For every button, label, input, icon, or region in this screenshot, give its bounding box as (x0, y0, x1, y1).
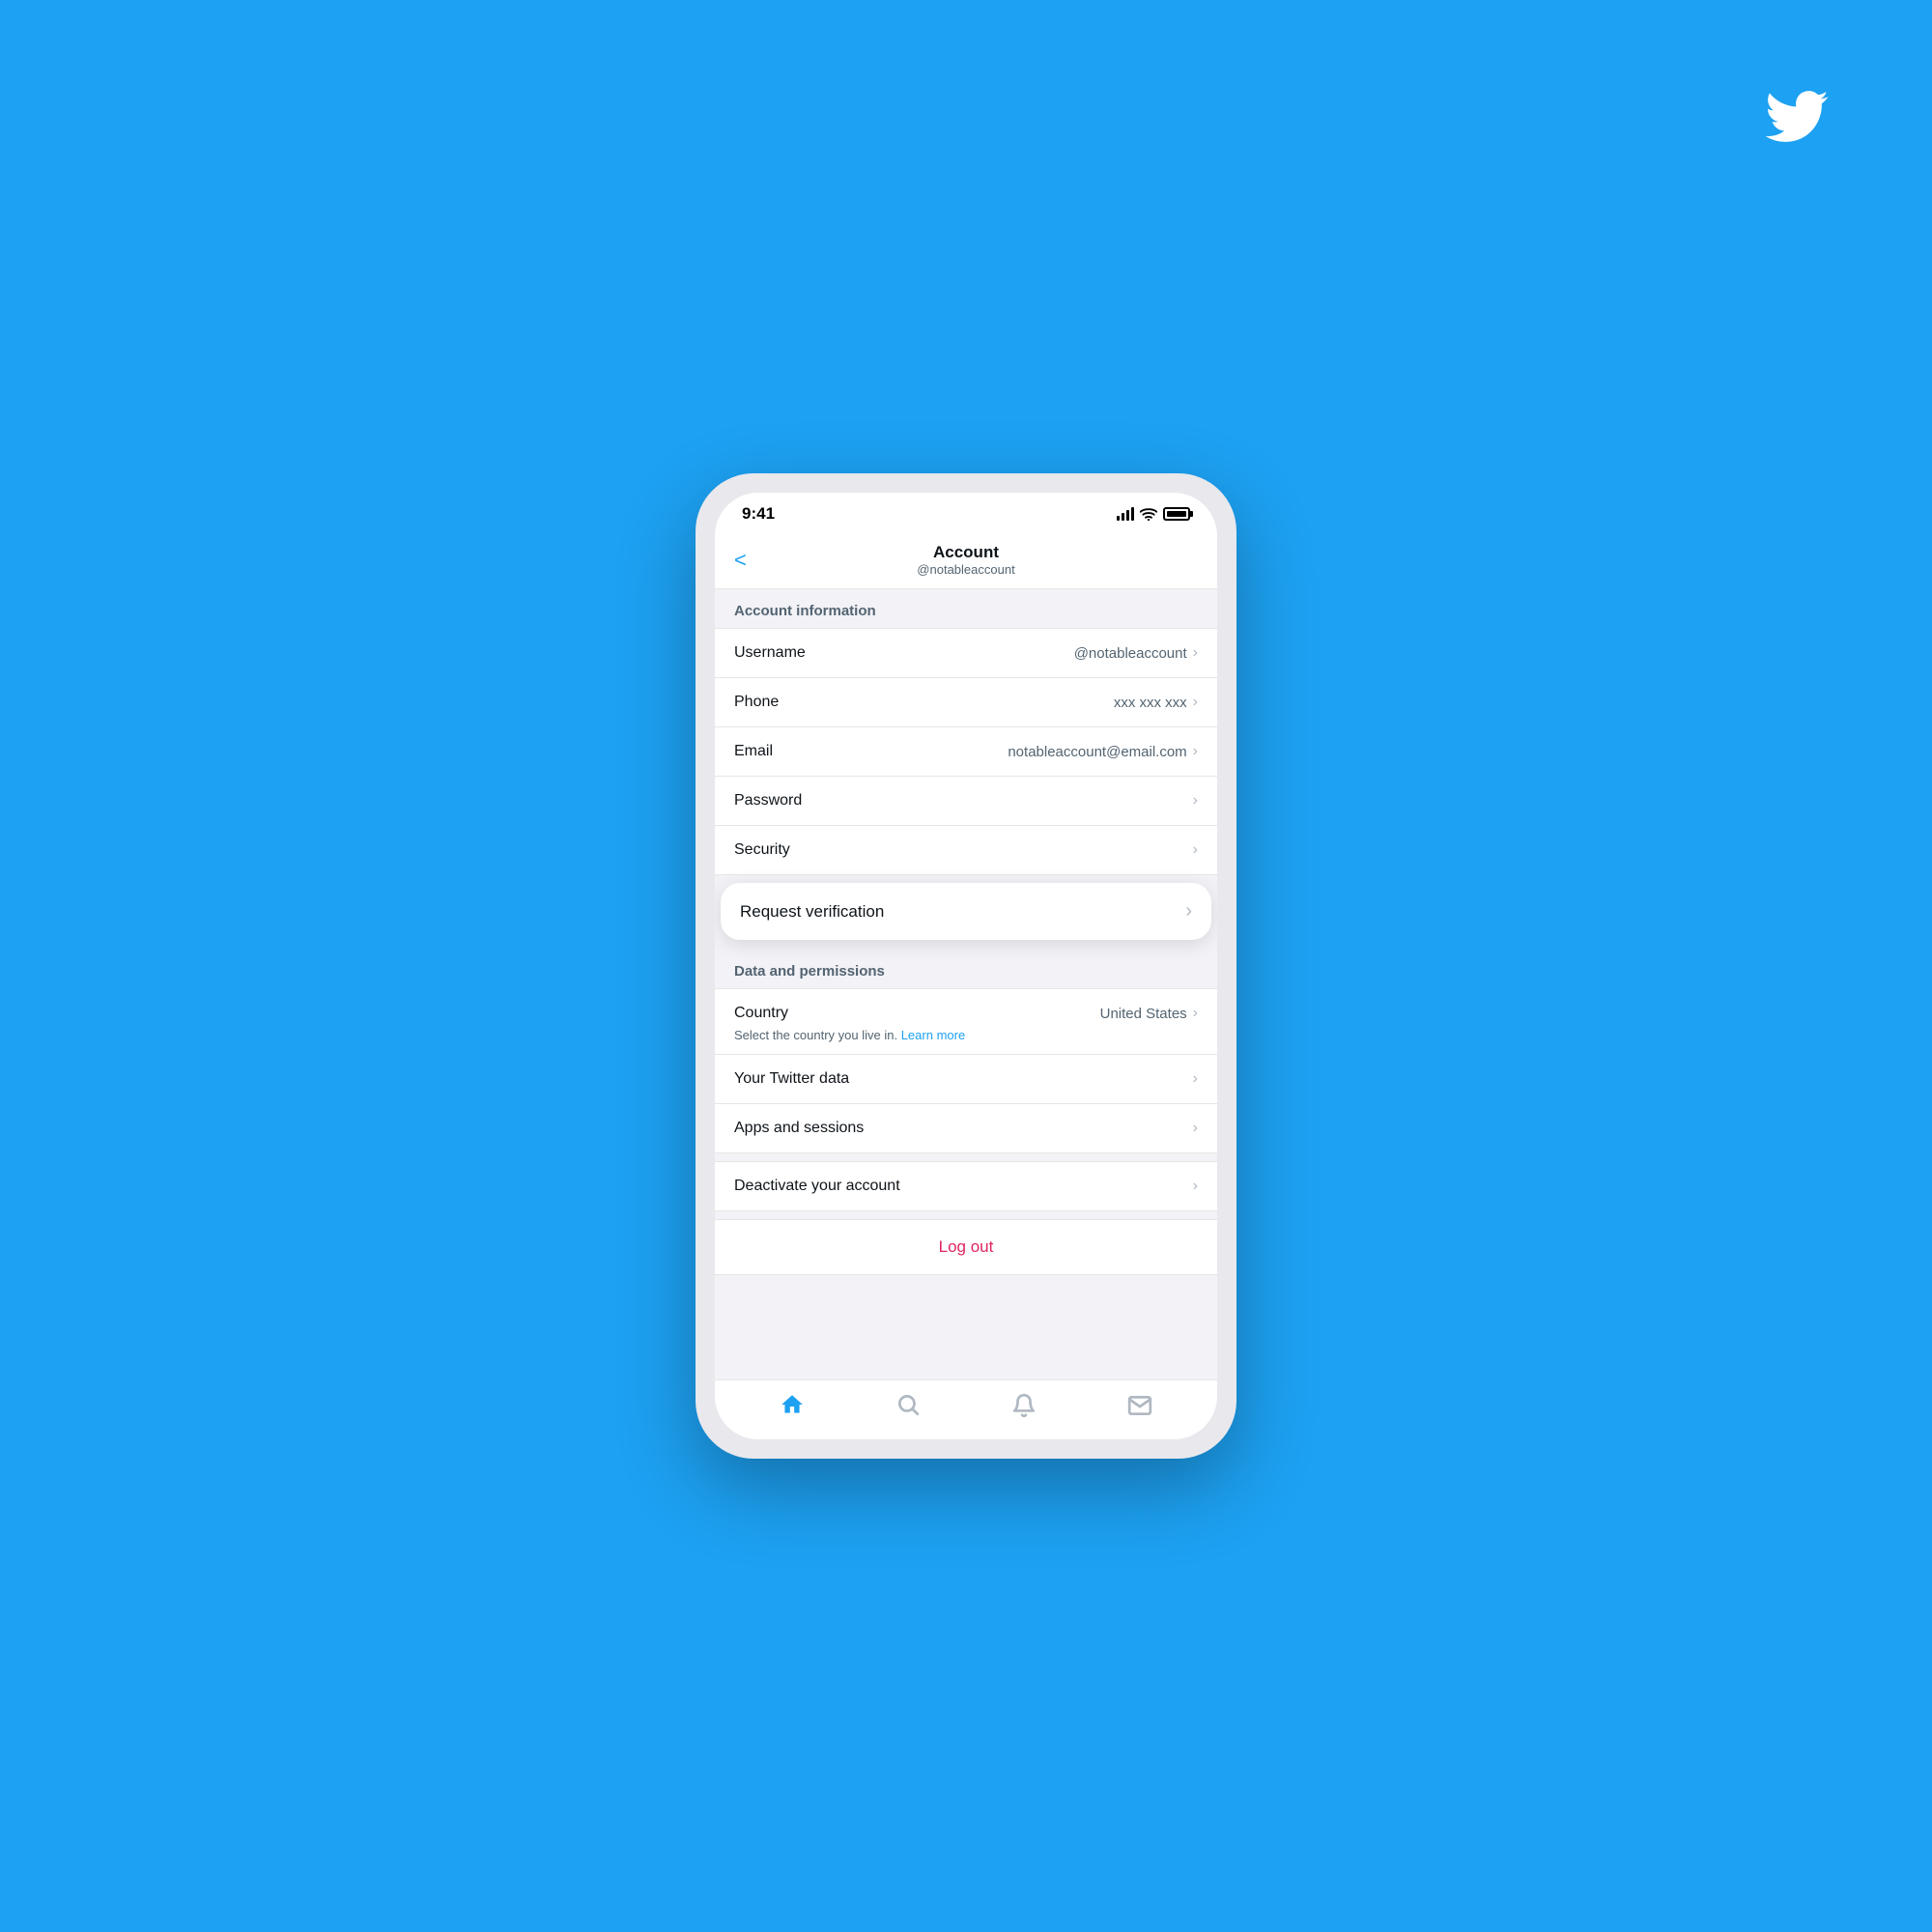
deactivate-section: Deactivate your account › (715, 1161, 1217, 1211)
battery-icon (1163, 507, 1190, 521)
country-chevron: › (1193, 1005, 1198, 1022)
status-time: 9:41 (742, 504, 775, 524)
wifi-icon (1140, 507, 1157, 521)
header-title-block: Account @notableaccount (917, 543, 1014, 577)
phone-notch (894, 493, 1038, 520)
request-verification-card[interactable]: Request verification › (721, 883, 1211, 940)
twitter-data-chevron: › (1193, 1070, 1198, 1088)
phone-screen: 9:41 (715, 493, 1217, 1439)
tab-bar (715, 1379, 1217, 1439)
username-chevron: › (1193, 644, 1198, 662)
phone-label: Phone (734, 694, 779, 711)
email-label: Email (734, 743, 773, 760)
username-value: @notableaccount (1074, 645, 1187, 662)
security-label: Security (734, 841, 790, 859)
email-right: notableaccount@email.com › (1008, 743, 1198, 760)
twitter-data-right: › (1193, 1070, 1198, 1088)
phone-chevron: › (1193, 694, 1198, 711)
country-row[interactable]: Country United States › (715, 989, 1217, 1028)
twitter-data-label: Your Twitter data (734, 1070, 849, 1088)
signal-icon (1117, 507, 1134, 521)
tab-search[interactable] (895, 1392, 921, 1424)
deactivate-chevron: › (1193, 1178, 1198, 1195)
username-row[interactable]: Username @notableaccount › (715, 629, 1217, 678)
request-verification-label: Request verification (740, 902, 884, 922)
apps-sessions-row[interactable]: Apps and sessions › (715, 1104, 1217, 1152)
password-label: Password (734, 792, 802, 810)
username-right: @notableaccount › (1074, 644, 1198, 662)
email-value: notableaccount@email.com (1008, 744, 1186, 760)
country-label: Country (734, 1005, 788, 1022)
deactivate-row[interactable]: Deactivate your account › (715, 1162, 1217, 1210)
security-chevron: › (1193, 841, 1198, 859)
security-row[interactable]: Security › (715, 826, 1217, 874)
data-permissions-label: Data and permissions (734, 963, 885, 980)
account-information-list: Username @notableaccount › Phone xxx xxx… (715, 628, 1217, 875)
page-header: < Account @notableaccount (715, 531, 1217, 589)
account-information-label: Account information (734, 603, 876, 619)
header-title: Account (917, 543, 1014, 562)
email-chevron: › (1193, 743, 1198, 760)
deactivate-right: › (1193, 1178, 1198, 1195)
tab-notifications[interactable] (1011, 1393, 1037, 1423)
learn-more-link[interactable]: Learn more (901, 1028, 965, 1042)
status-icons (1117, 507, 1190, 521)
data-permissions-list: Country United States › Select the count… (715, 988, 1217, 1153)
email-row[interactable]: Email notableaccount@email.com › (715, 727, 1217, 777)
country-value: United States (1100, 1006, 1187, 1022)
phone-row[interactable]: Phone xxx xxx xxx › (715, 678, 1217, 727)
password-chevron: › (1193, 792, 1198, 810)
apps-sessions-right: › (1193, 1120, 1198, 1137)
country-right: United States › (1100, 1005, 1198, 1022)
logout-button[interactable]: Log out (939, 1237, 994, 1256)
data-permissions-header: Data and permissions (715, 950, 1217, 988)
phone-value: xxx xxx xxx (1114, 695, 1187, 711)
account-information-header: Account information (715, 589, 1217, 628)
country-row-container[interactable]: Country United States › Select the count… (715, 989, 1217, 1055)
phone-frame: 9:41 (696, 473, 1236, 1459)
back-button[interactable]: < (734, 548, 747, 573)
phone-right: xxx xxx xxx › (1114, 694, 1198, 711)
security-right: › (1193, 841, 1198, 859)
request-verification-chevron: › (1185, 900, 1192, 923)
tab-home[interactable] (780, 1392, 805, 1424)
apps-sessions-label: Apps and sessions (734, 1120, 864, 1137)
password-row[interactable]: Password › (715, 777, 1217, 826)
password-right: › (1193, 792, 1198, 810)
apps-sessions-chevron: › (1193, 1120, 1198, 1137)
header-subtitle: @notableaccount (917, 562, 1014, 577)
tab-messages[interactable] (1127, 1393, 1152, 1423)
twitter-logo (1758, 77, 1835, 166)
scroll-content: Account information Username @notableacc… (715, 589, 1217, 1379)
twitter-data-row[interactable]: Your Twitter data › (715, 1055, 1217, 1104)
logout-section: Log out (715, 1219, 1217, 1275)
deactivate-label: Deactivate your account (734, 1178, 900, 1195)
country-subtext: Select the country you live in. Learn mo… (715, 1028, 1217, 1055)
username-label: Username (734, 644, 806, 662)
